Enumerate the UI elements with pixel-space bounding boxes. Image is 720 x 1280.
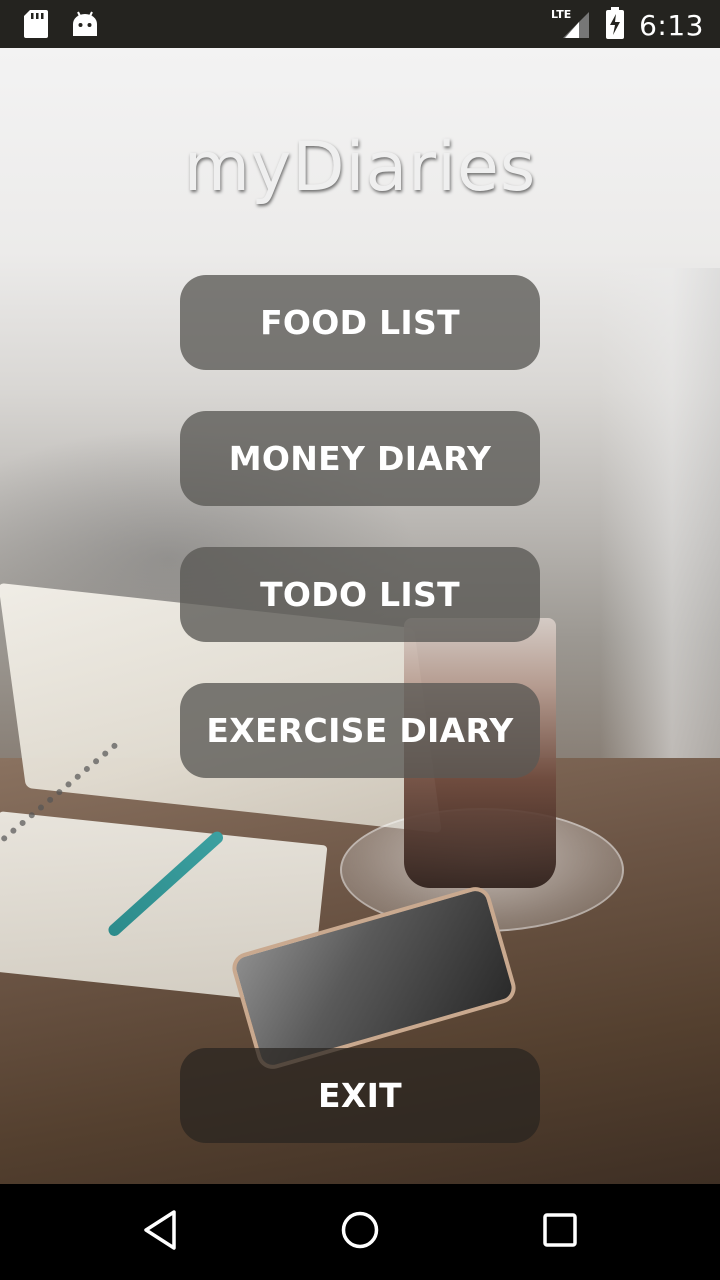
money-diary-button[interactable]: MONEY DIARY	[180, 411, 540, 506]
food-list-button[interactable]: FOOD LIST	[180, 275, 540, 370]
recents-button[interactable]	[530, 1208, 590, 1256]
background-window	[600, 268, 720, 788]
exercise-diary-button[interactable]: EXERCISE DIARY	[180, 683, 540, 778]
status-bar: LTE 6:13	[0, 0, 720, 48]
todo-list-button[interactable]: TODO LIST	[180, 547, 540, 642]
lte-signal-icon: LTE	[551, 6, 591, 45]
back-icon	[140, 1208, 180, 1257]
app-screen: LTE 6:13 myDiaries FOOD LIST MONEY DIARY…	[0, 0, 720, 1280]
navigation-bar	[0, 1184, 720, 1280]
home-button[interactable]	[330, 1208, 390, 1256]
status-right: LTE 6:13	[551, 6, 704, 45]
exit-button[interactable]: EXIT	[180, 1048, 540, 1143]
status-left	[24, 10, 98, 43]
status-clock: 6:13	[639, 9, 704, 42]
app-title: myDiaries	[183, 128, 537, 207]
android-icon	[72, 10, 98, 43]
battery-charging-icon	[605, 7, 625, 44]
home-icon	[338, 1208, 382, 1257]
lte-label: LTE	[551, 8, 571, 21]
sd-card-icon	[24, 10, 48, 43]
back-button[interactable]	[130, 1208, 190, 1256]
recents-icon	[540, 1210, 580, 1255]
